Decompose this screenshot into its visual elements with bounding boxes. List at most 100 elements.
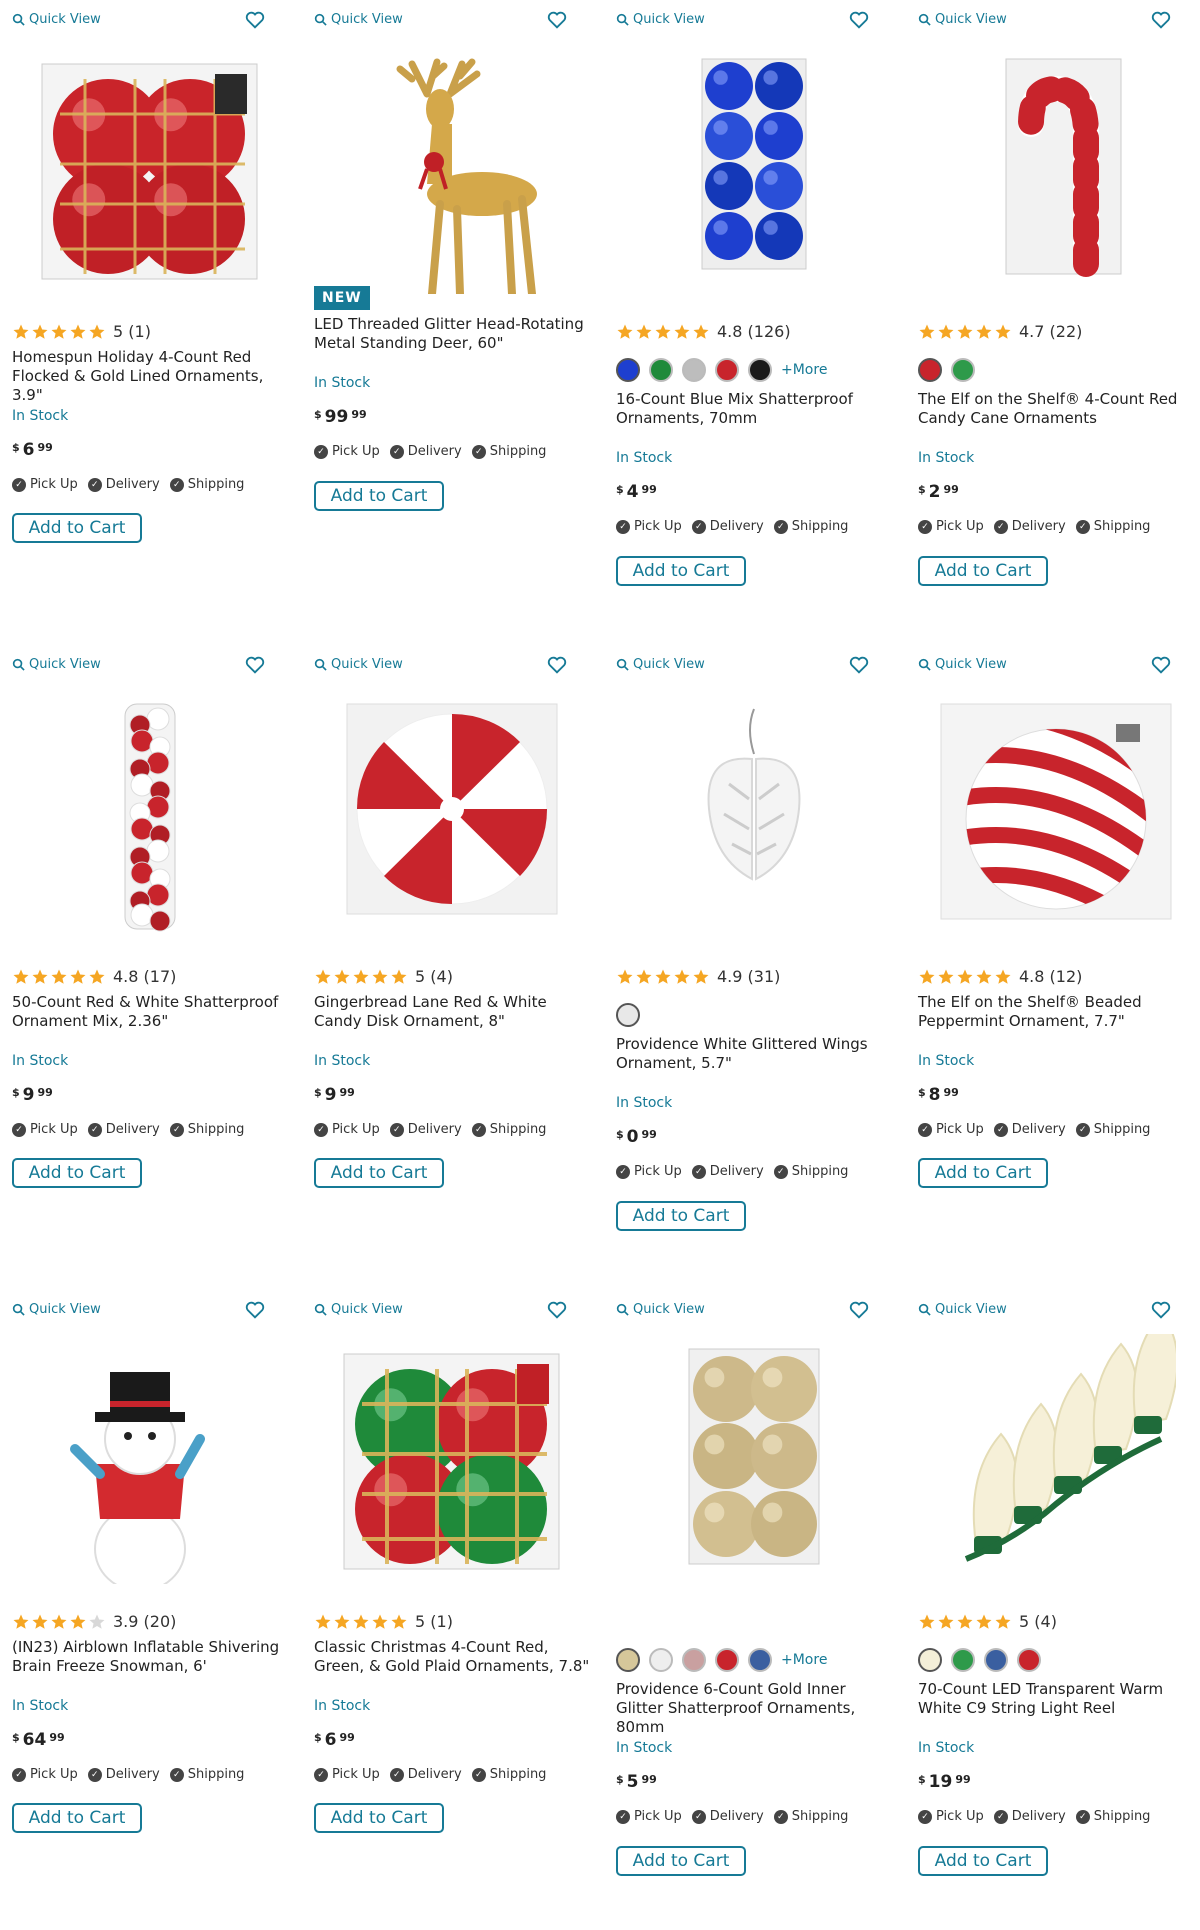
color-swatch[interactable] xyxy=(682,1648,706,1672)
add-to-cart-button[interactable]: Add to Cart xyxy=(918,1158,1048,1188)
star-icon xyxy=(919,969,935,984)
more-colors-link[interactable]: +More xyxy=(781,1652,827,1668)
rating[interactable]: 4.7 (22) xyxy=(918,322,1082,341)
quick-view-link[interactable]: Quick View xyxy=(314,657,403,672)
favorite-heart-icon[interactable] xyxy=(848,9,870,31)
color-swatch[interactable] xyxy=(918,358,942,382)
product-image[interactable] xyxy=(936,1334,1176,1584)
product-title[interactable]: Classic Christmas 4-Count Red, Green, & … xyxy=(314,1638,592,1676)
rating[interactable]: 4.9 (31) xyxy=(616,967,780,986)
color-swatch[interactable] xyxy=(1017,1648,1041,1672)
add-to-cart-button[interactable]: Add to Cart xyxy=(918,556,1048,586)
favorite-heart-icon[interactable] xyxy=(244,1299,266,1321)
price-dollars: 9 xyxy=(22,1085,35,1105)
color-swatch[interactable] xyxy=(649,358,673,382)
quick-view-link[interactable]: Quick View xyxy=(12,1302,101,1317)
product-title[interactable]: LED Threaded Glitter Head-Rotating Metal… xyxy=(314,315,592,353)
favorite-heart-icon[interactable] xyxy=(244,654,266,676)
price-cents: 99 xyxy=(641,1128,657,1141)
add-to-cart-button[interactable]: Add to Cart xyxy=(314,1158,444,1188)
quick-view-link[interactable]: Quick View xyxy=(918,657,1007,672)
rating[interactable]: 5 (1) xyxy=(314,1612,453,1631)
quick-view-link[interactable]: Quick View xyxy=(12,12,101,27)
rating[interactable]: 5 (4) xyxy=(314,967,453,986)
rating[interactable]: 3.9 (20) xyxy=(12,1612,176,1631)
color-swatch[interactable] xyxy=(984,1648,1008,1672)
quick-view-link[interactable]: Quick View xyxy=(616,1302,705,1317)
product-image[interactable] xyxy=(634,44,874,294)
color-swatch[interactable] xyxy=(748,358,772,382)
search-icon xyxy=(12,1303,25,1316)
color-swatch[interactable] xyxy=(682,358,706,382)
favorite-heart-icon[interactable] xyxy=(244,9,266,31)
product-title[interactable]: Providence 6-Count Gold Inner Glitter Sh… xyxy=(616,1680,894,1737)
add-to-cart-button[interactable]: Add to Cart xyxy=(12,513,142,543)
product-title[interactable]: Homespun Holiday 4-Count Red Flocked & G… xyxy=(12,348,290,405)
color-swatch[interactable] xyxy=(918,1648,942,1672)
favorite-heart-icon[interactable] xyxy=(546,9,568,31)
rating[interactable]: 4.8 (12) xyxy=(918,967,1082,986)
rating[interactable]: 5 (1) xyxy=(12,322,151,341)
fulfillment-label: Pick Up xyxy=(332,444,380,459)
add-to-cart-button[interactable]: Add to Cart xyxy=(12,1803,142,1833)
price-cents: 99 xyxy=(943,1086,959,1099)
product-title[interactable]: The Elf on the Shelf® Beaded Peppermint … xyxy=(918,993,1196,1031)
product-image[interactable] xyxy=(332,1334,572,1584)
star-icon xyxy=(13,969,29,984)
product-image[interactable] xyxy=(30,1334,270,1584)
quick-view-link[interactable]: Quick View xyxy=(616,12,705,27)
rating-text: 5 (4) xyxy=(1019,1612,1057,1631)
product-title[interactable]: 50-Count Red & White Shatterproof Orname… xyxy=(12,993,290,1031)
product-image[interactable] xyxy=(30,44,270,294)
color-swatch[interactable] xyxy=(951,358,975,382)
product-image[interactable] xyxy=(936,44,1176,294)
rating[interactable]: 4.8 (17) xyxy=(12,967,176,986)
peppermint-disk-image xyxy=(346,703,558,915)
favorite-heart-icon[interactable] xyxy=(848,1299,870,1321)
favorite-heart-icon[interactable] xyxy=(1150,9,1172,31)
favorite-heart-icon[interactable] xyxy=(1150,654,1172,676)
add-to-cart-button[interactable]: Add to Cart xyxy=(616,556,746,586)
product-title[interactable]: Gingerbread Lane Red & White Candy Disk … xyxy=(314,993,592,1031)
quick-view-link[interactable]: Quick View xyxy=(314,1302,403,1317)
color-swatch[interactable] xyxy=(616,358,640,382)
product-title[interactable]: 16-Count Blue Mix Shatterproof Ornaments… xyxy=(616,390,894,428)
favorite-heart-icon[interactable] xyxy=(1150,1299,1172,1321)
quick-view-link[interactable]: Quick View xyxy=(12,657,101,672)
rating[interactable]: 5 (4) xyxy=(918,1612,1057,1631)
favorite-heart-icon[interactable] xyxy=(546,654,568,676)
add-to-cart-button[interactable]: Add to Cart xyxy=(616,1846,746,1876)
rating[interactable]: 4.8 (126) xyxy=(616,322,791,341)
add-to-cart-button[interactable]: Add to Cart xyxy=(314,481,444,511)
add-to-cart-button[interactable]: Add to Cart xyxy=(616,1201,746,1231)
color-swatch[interactable] xyxy=(616,1648,640,1672)
favorite-heart-icon[interactable] xyxy=(848,654,870,676)
add-to-cart-button[interactable]: Add to Cart xyxy=(314,1803,444,1833)
product-image[interactable] xyxy=(332,44,572,294)
product-image[interactable] xyxy=(634,1334,874,1584)
color-swatch[interactable] xyxy=(951,1648,975,1672)
color-swatch[interactable] xyxy=(715,1648,739,1672)
quick-view-link[interactable]: Quick View xyxy=(616,657,705,672)
favorite-heart-icon[interactable] xyxy=(546,1299,568,1321)
color-swatch[interactable] xyxy=(616,1003,640,1027)
quick-view-link[interactable]: Quick View xyxy=(918,1302,1007,1317)
quick-view-link[interactable]: Quick View xyxy=(314,12,403,27)
quick-view-link[interactable]: Quick View xyxy=(918,12,1007,27)
product-image[interactable] xyxy=(634,689,874,939)
price-cents: 99 xyxy=(49,1731,65,1744)
product-image[interactable] xyxy=(30,689,270,939)
color-swatch[interactable] xyxy=(715,358,739,382)
product-image[interactable] xyxy=(332,689,572,939)
color-swatch[interactable] xyxy=(649,1648,673,1672)
add-to-cart-button[interactable]: Add to Cart xyxy=(918,1846,1048,1876)
product-title[interactable]: 70-Count LED Transparent Warm White C9 S… xyxy=(918,1680,1196,1718)
more-colors-link[interactable]: +More xyxy=(781,362,827,378)
product-image[interactable] xyxy=(936,689,1176,939)
product-title[interactable]: (IN23) Airblown Inflatable Shivering Bra… xyxy=(12,1638,290,1676)
color-swatches: +More xyxy=(616,1648,827,1672)
add-to-cart-button[interactable]: Add to Cart xyxy=(12,1158,142,1188)
color-swatch[interactable] xyxy=(748,1648,772,1672)
product-title[interactable]: The Elf on the Shelf® 4-Count Red Candy … xyxy=(918,390,1196,428)
product-title[interactable]: Providence White Glittered Wings Ornamen… xyxy=(616,1035,894,1073)
